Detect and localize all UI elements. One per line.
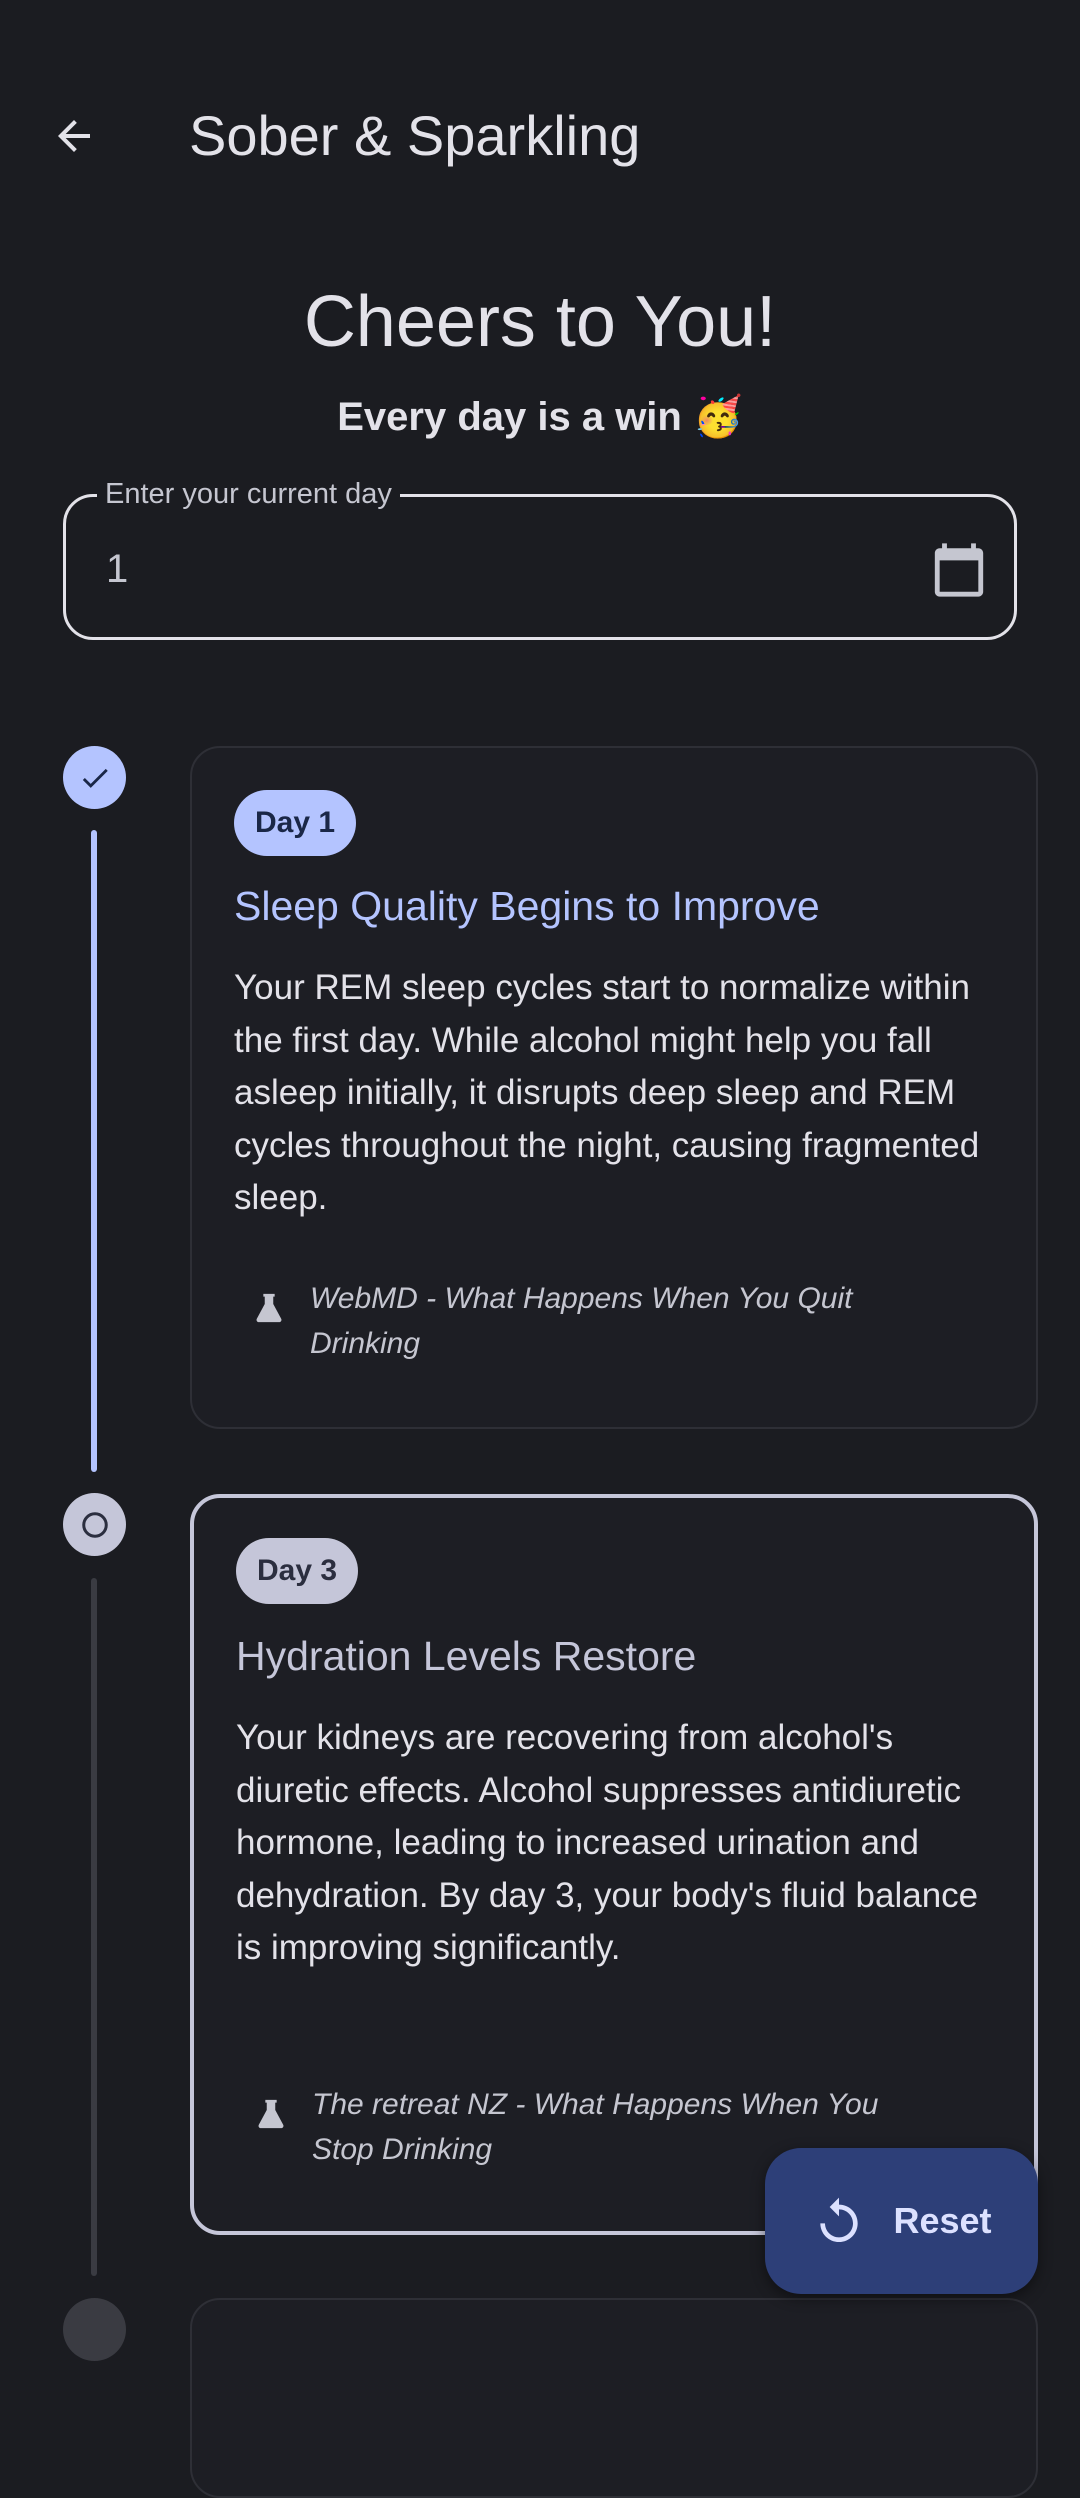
milestone-title: Sleep Quality Begins to Improve	[234, 883, 820, 929]
check-icon	[82, 768, 108, 788]
milestone-card[interactable]: Day 1 Sleep Quality Begins to Improve Yo…	[190, 746, 1038, 1429]
milestone-card-upcoming[interactable]	[190, 2298, 1038, 2498]
timeline-node-completed	[63, 746, 126, 809]
current-day-field[interactable]: Enter your current day	[63, 476, 1017, 640]
hero-subtitle: Every day is a win 🥳	[337, 395, 743, 439]
reset-button-label: Reset	[893, 2200, 992, 2241]
calendar-icon	[934, 543, 984, 597]
milestone-description: Your kidneys are recovering from alcohol…	[236, 1718, 979, 1967]
top-app-bar: Sober & Sparkling	[0, 0, 1080, 270]
timeline-node-current	[63, 1493, 126, 1556]
hero-title: Cheers to You!	[303, 282, 777, 362]
day-badge: Day 3	[236, 1538, 359, 1604]
current-day-field-label: Enter your current day	[97, 476, 400, 512]
flask-icon	[254, 2092, 288, 2136]
arrow-left-icon	[58, 120, 90, 152]
current-day-input[interactable]	[106, 541, 806, 597]
milestone-description: Your REM sleep cycles start to normalize…	[234, 968, 980, 1217]
reset-button[interactable]: Reset	[765, 2148, 1038, 2294]
app-title: Sober & Sparkling	[189, 104, 641, 167]
timeline-connector	[91, 1578, 97, 2276]
calendar-button[interactable]	[923, 534, 995, 606]
milestone-title: Hydration Levels Restore	[236, 1633, 697, 1679]
flask-icon	[252, 1286, 286, 1330]
timeline-connector	[91, 830, 97, 1472]
restart-icon	[811, 2193, 867, 2249]
timeline-node-upcoming	[63, 2298, 126, 2361]
back-button[interactable]	[38, 100, 110, 172]
circle-outline-icon	[81, 1511, 108, 1538]
day-badge: Day 1	[234, 790, 357, 856]
milestone-source[interactable]: WebMD - What Happens When You Quit Drink…	[252, 1276, 932, 1366]
milestone-card-current[interactable]: Day 3 Hydration Levels Restore Your kidn…	[190, 1494, 1038, 2235]
source-text: WebMD - What Happens When You Quit Drink…	[310, 1282, 853, 1360]
